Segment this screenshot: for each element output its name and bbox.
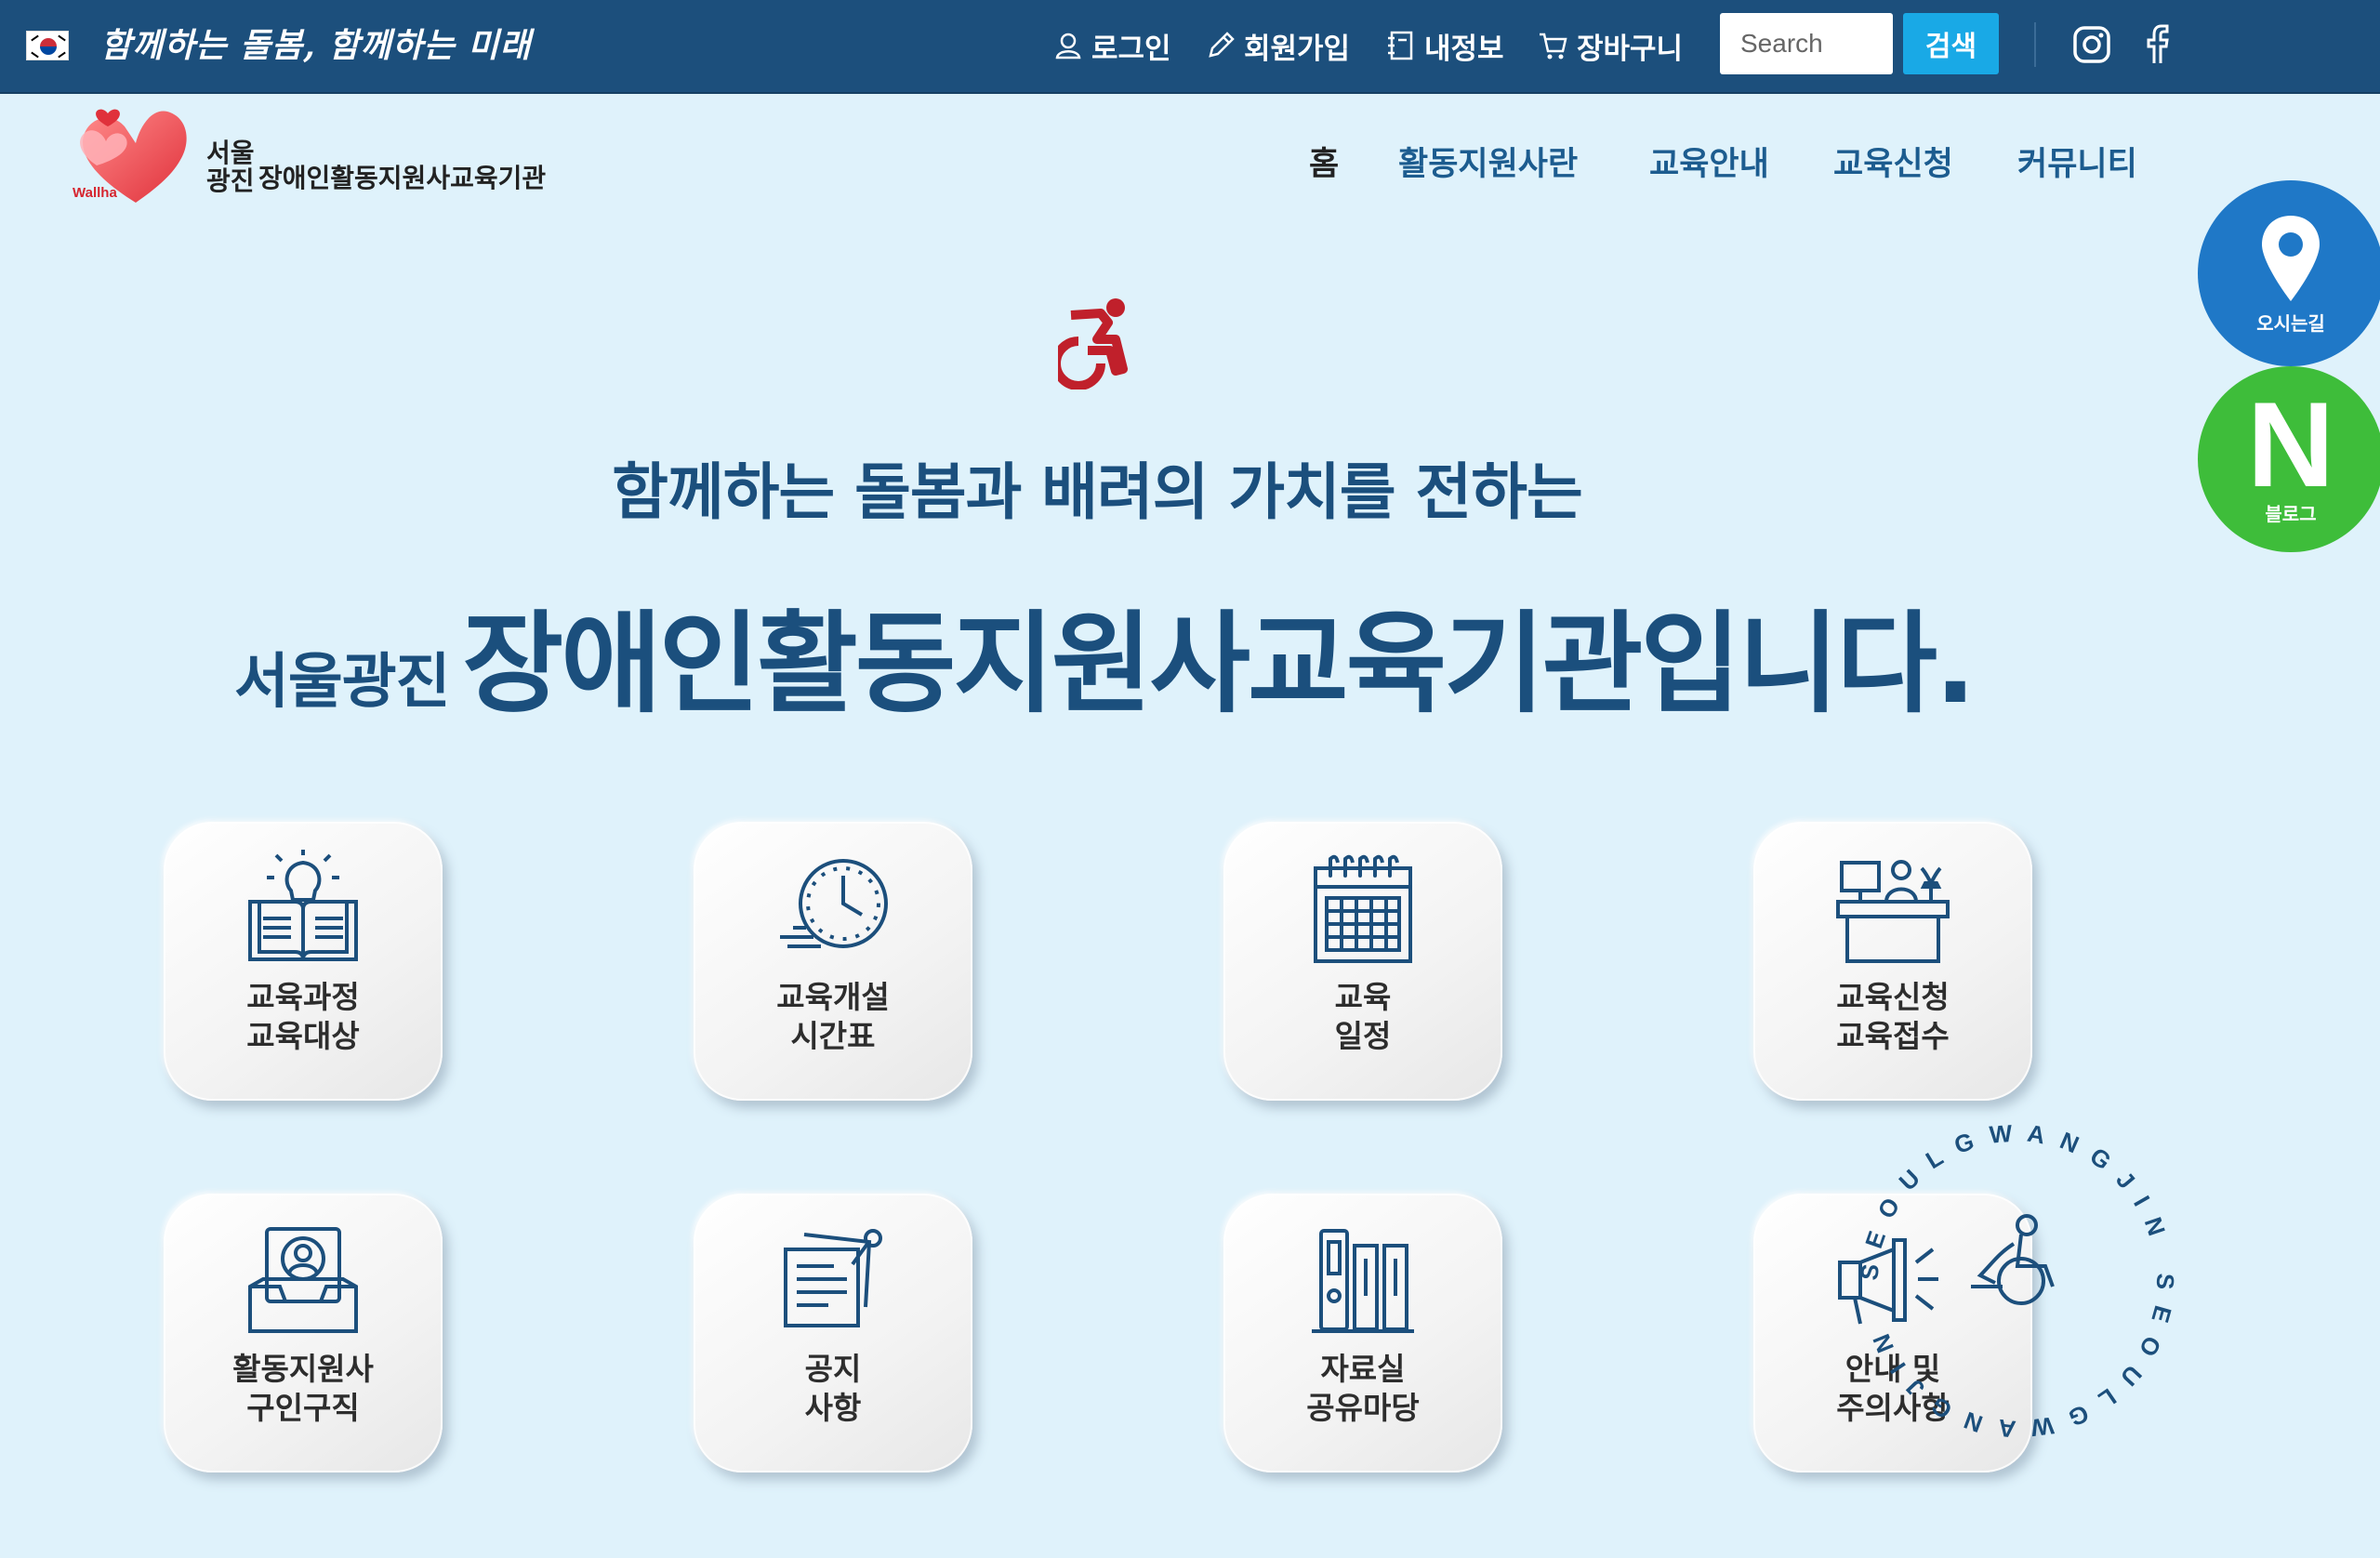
nav-item-about[interactable]: 활동지원사란 [1398,138,1578,185]
cart-label: 장바구니 [1577,32,1684,66]
card-label: 교육 일정 [1334,979,1392,1054]
login-link[interactable]: 로그인 [1052,24,1171,67]
rotating-badge: SEOULGWANGJIN SEOULGWANGJIN [1855,1118,2179,1444]
wheelchair-user-icon [1971,1214,2055,1305]
notice-paper-icon [784,1229,882,1327]
myinfo-link[interactable]: 내정보 [1385,24,1504,67]
nav-item-home[interactable]: 홈 [1309,138,1339,185]
card-curriculum[interactable]: 교육과정 교육대상 [164,822,443,1101]
card-label: 자료실 공유마당 [1306,1351,1420,1426]
card-application[interactable]: 교육신청 교육접수 [1753,822,2032,1101]
clock-icon [780,859,888,948]
brand-name: 장애인활동지원사교육기관 [258,163,547,193]
card-label: 교육과정 교육대상 [246,979,360,1054]
svg-text:SEOULGWANGJIN SEOULGWANGJIN: SEOULGWANGJIN SEOULGWANGJIN [1855,1118,2179,1444]
cart-link[interactable]: 장바구니 [1538,24,1683,67]
facebook-icon[interactable] [2135,22,2179,67]
notebook-icon [1388,31,1413,60]
hero-subtitle: 함께하는 돌봄과 배려의 가치를 전하는 [612,456,1582,528]
nav-item-education-info[interactable]: 교육안내 [1649,138,1769,185]
search-button[interactable]: 검색 [1903,13,1999,74]
directions-button[interactable]: 오시는길 [2198,180,2380,366]
card-label: 활동지원사 구인구직 [232,1351,374,1426]
card-notice[interactable]: 공지 사항 [694,1194,972,1472]
signup-label: 회원가입 [1244,32,1351,66]
book-lightbulb-icon [248,850,358,961]
blog-label: 블로그 [2265,502,2317,525]
brand-city: 서울 광진 [206,138,255,196]
naver-n-icon: N [2247,376,2334,512]
directions-label: 오시는길 [2256,311,2325,335]
instagram-icon[interactable] [2069,22,2114,67]
logo-text: Wallha [73,185,117,201]
logo-icon[interactable]: Wallha [71,100,201,212]
card-schedule[interactable]: 교육 일정 [1223,822,1502,1101]
korea-flag-icon [26,31,69,60]
signup-link[interactable]: 회원가입 [1205,24,1350,67]
card-jobs[interactable]: 활동지원사 구인구직 [164,1194,443,1472]
myinfo-label: 내정보 [1424,32,1504,66]
profile-inbox-icon [248,1227,358,1333]
hero-title: 장애인활동지원사교육기관입니다. [462,600,1977,728]
cart-icon [1540,33,1567,59]
card-label: 공지 사항 [804,1351,862,1426]
divider [2034,22,2036,67]
badge-text: SEOULGWANGJIN SEOULGWANGJIN [1855,1118,2164,1444]
card-label: 교육개설 시간표 [776,979,890,1054]
calendar-icon [1314,854,1412,963]
card-resources[interactable]: 자료실 공유마당 [1223,1194,1502,1472]
accessibility-wheelchair-icon [1058,298,1128,390]
blog-button[interactable]: N 블로그 [2198,366,2380,552]
desk-icon [1836,860,1950,963]
archive-binders-icon [1312,1229,1414,1333]
card-label: 교육신청 교육접수 [1836,979,1950,1054]
login-label: 로그인 [1091,32,1171,66]
slogan: 함께하는 돌봄, 함께하는 미래 [100,26,532,65]
hero-prefix: 서울광진 [234,648,451,717]
top-bar: 함께하는 돌봄, 함께하는 미래 로그인 회원가입 내정보 장바구니 검색 [0,0,2380,94]
card-timetable[interactable]: 교육개설 시간표 [694,822,972,1101]
search-input[interactable] [1720,13,1893,74]
nav-item-community[interactable]: 커뮤니티 [2017,138,2137,185]
pencil-icon [1209,32,1235,58]
hero-headline: 서울광진 장애인활동지원사교육기관입니다. [234,574,1977,733]
nav-item-education-apply[interactable]: 교육신청 [1833,138,1953,185]
map-pin-icon [2262,215,2320,301]
user-icon [1055,33,1081,59]
